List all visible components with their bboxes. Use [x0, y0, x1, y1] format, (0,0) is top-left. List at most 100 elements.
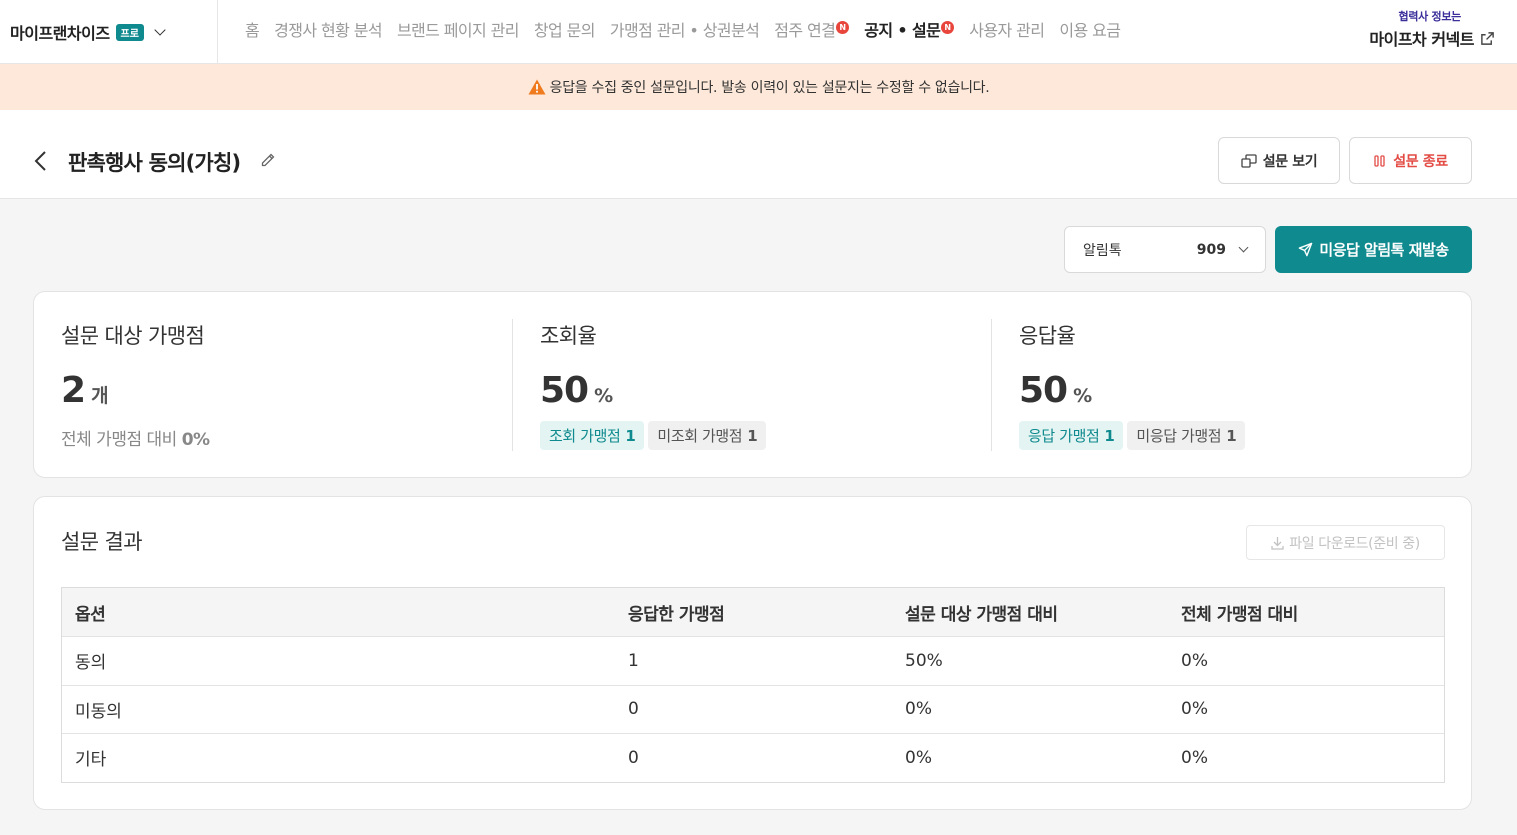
results-table: 옵션 응답한 가맹점 설문 대상 가맹점 대비 전체 가맹점 대비 동의 1 5… [61, 587, 1445, 783]
download-file-button: 파일 다운로드(준비 중) [1246, 525, 1445, 560]
table-cell: 기타 [75, 750, 107, 771]
chip-value: 1 [625, 426, 636, 445]
nav-item-startup-inquiry[interactable]: 창업 문의 [533, 17, 596, 41]
stat-response-rate: 응답율 50 % 응답 가맹점 1 미응답 가맹점 1 [992, 292, 1472, 479]
nav-label: 홈 [245, 21, 260, 40]
table-row: 동의 1 50% 0% [62, 636, 1444, 685]
view-survey-button[interactable]: 설문 보기 [1218, 137, 1340, 184]
pencil-icon[interactable] [260, 152, 276, 168]
warning-icon [528, 79, 546, 95]
chevron-down-icon [1238, 242, 1249, 253]
partner-connect-link[interactable]: 협력사 정보는 마이프차 커넥트 [1369, 8, 1495, 50]
column-header: 응답한 가맹점 [628, 604, 725, 625]
stat-unit: % [1073, 385, 1093, 407]
responded-stores-chip[interactable]: 응답 가맹점 1 [1019, 421, 1124, 450]
table-cell: 0% [905, 747, 932, 768]
partner-title: 마이프차 커넥트 [1369, 30, 1474, 49]
table-cell: 1 [628, 650, 639, 671]
table-cell: 0% [1181, 650, 1208, 671]
channel-select[interactable]: 알림톡 909 [1064, 226, 1266, 273]
nav-item-home[interactable]: 홈 [245, 17, 260, 41]
table-cell: 50% [905, 650, 943, 671]
survey-stats-card: 설문 대상 가맹점 2 개 전체 가맹점 대비 0% 조회율 50 % 조회 가… [33, 291, 1472, 478]
table-row: 기타 0 0% 0% [62, 733, 1444, 782]
table-header: 옵션 응답한 가맹점 설문 대상 가맹점 대비 전체 가맹점 대비 [62, 588, 1444, 636]
column-header: 설문 대상 가맹점 대비 [905, 604, 1058, 625]
chip-value: 1 [1104, 426, 1115, 445]
unresponded-stores-chip[interactable]: 미응답 가맹점 1 [1127, 421, 1246, 450]
nav-label: 브랜드 페이지 관리 [396, 21, 520, 40]
resend-notification-button[interactable]: 미응답 알림톡 재발송 [1275, 226, 1472, 273]
chevron-down-icon[interactable] [154, 24, 166, 36]
chip-value: 1 [1226, 426, 1237, 445]
send-icon [1299, 242, 1313, 257]
channel-label: 알림톡 [1083, 242, 1122, 259]
end-survey-button[interactable]: 설문 종료 [1349, 137, 1472, 184]
banner-message: 응답을 수집 중인 설문입니다. 발송 이력이 있는 설문지는 수정할 수 없습… [549, 80, 990, 96]
stat-value: 50 [1019, 370, 1068, 411]
download-label: 파일 다운로드(준비 중) [1289, 535, 1420, 552]
nav-item-brand-page[interactable]: 브랜드 페이지 관리 [396, 17, 520, 41]
nav-label: 가맹점 관리 • 상권분석 [609, 21, 760, 40]
chip-label: 조회 가맹점 [549, 427, 621, 445]
page-header: 판촉행사 동의(가칭) 설문 보기 설문 종료 [0, 110, 1517, 199]
stat-subtext: 전체 가맹점 대비 0% [61, 425, 210, 450]
nav-item-owner-connect[interactable]: 점주 연결 N [774, 17, 850, 41]
stat-title: 설문 대상 가맹점 [61, 324, 205, 348]
stat-title: 응답율 [1019, 324, 1076, 348]
table-cell: 0% [905, 699, 932, 720]
top-navigation: 마이프랜차이즈 프로 홈 경쟁사 현황 분석 브랜드 페이지 관리 창업 문의 … [0, 0, 1517, 64]
main-menu: 홈 경쟁사 현황 분석 브랜드 페이지 관리 창업 문의 가맹점 관리 • 상권… [245, 0, 1135, 58]
end-survey-label: 설문 종료 [1393, 153, 1448, 170]
nav-label: 점주 연결 [774, 21, 836, 40]
new-badge: N [836, 21, 850, 34]
resend-label: 미응답 알림톡 재발송 [1319, 241, 1449, 259]
pause-icon [1374, 154, 1385, 167]
column-header: 옵션 [75, 604, 106, 625]
unviewed-stores-chip[interactable]: 미조회 가맹점 1 [648, 421, 767, 450]
table-cell: 0% [1181, 699, 1208, 720]
column-header: 전체 가맹점 대비 [1181, 604, 1298, 625]
table-cell: 0 [628, 699, 639, 720]
results-title: 설문 결과 [61, 530, 143, 554]
preview-icon [1241, 153, 1257, 168]
new-badge: N [941, 21, 955, 34]
nav-label: 공지 • 설문 [864, 21, 941, 40]
stat-unit: 개 [91, 385, 109, 407]
chip-value: 1 [747, 426, 758, 445]
download-icon [1271, 536, 1284, 550]
nav-item-user-management[interactable]: 사용자 관리 [969, 17, 1045, 41]
external-link-icon [1481, 31, 1494, 45]
stat-sub-value: 0% [181, 430, 210, 450]
back-arrow-icon[interactable] [33, 150, 49, 172]
nav-item-pricing[interactable]: 이용 요금 [1059, 17, 1121, 41]
plan-badge: 프로 [115, 23, 144, 41]
stat-unit: % [594, 385, 614, 407]
stat-value: 2 [61, 370, 86, 411]
chip-label: 응답 가맹점 [1028, 427, 1100, 445]
survey-results-card: 설문 결과 파일 다운로드(준비 중) 옵션 응답한 가맹점 설문 대상 가맹점… [33, 496, 1472, 810]
table-cell: 미동의 [75, 701, 122, 722]
viewed-stores-chip[interactable]: 조회 가맹점 1 [540, 421, 645, 450]
nav-item-franchise-management[interactable]: 가맹점 관리 • 상권분석 [609, 17, 760, 41]
partner-subtitle: 협력사 정보는 [1398, 10, 1462, 23]
view-survey-label: 설문 보기 [1262, 153, 1318, 170]
table-cell: 동의 [75, 653, 107, 674]
table-cell: 0 [628, 747, 639, 768]
stat-title: 조회율 [540, 324, 597, 348]
nav-label: 창업 문의 [533, 21, 596, 40]
table-row: 미동의 0 0% 0% [62, 684, 1444, 734]
stat-view-rate: 조회율 50 % 조회 가맹점 1 미조회 가맹점 1 [513, 292, 992, 479]
nav-label: 경쟁사 현황 분석 [274, 21, 382, 40]
chip-label: 미응답 가맹점 [1136, 427, 1222, 445]
brand-switcher[interactable]: 마이프랜차이즈 프로 [10, 0, 218, 64]
stat-sub-label: 전체 가맹점 대비 [61, 430, 177, 450]
chip-label: 미조회 가맹점 [657, 427, 743, 445]
nav-label: 사용자 관리 [969, 21, 1045, 40]
nav-item-competitor-analysis[interactable]: 경쟁사 현황 분석 [274, 17, 382, 41]
channel-count: 909 [1196, 241, 1226, 258]
nav-label: 이용 요금 [1059, 21, 1121, 40]
nav-item-notice-survey[interactable]: 공지 • 설문 N [864, 17, 955, 41]
table-cell: 0% [1181, 747, 1208, 768]
stat-target-stores: 설문 대상 가맹점 2 개 전체 가맹점 대비 0% [34, 292, 513, 479]
